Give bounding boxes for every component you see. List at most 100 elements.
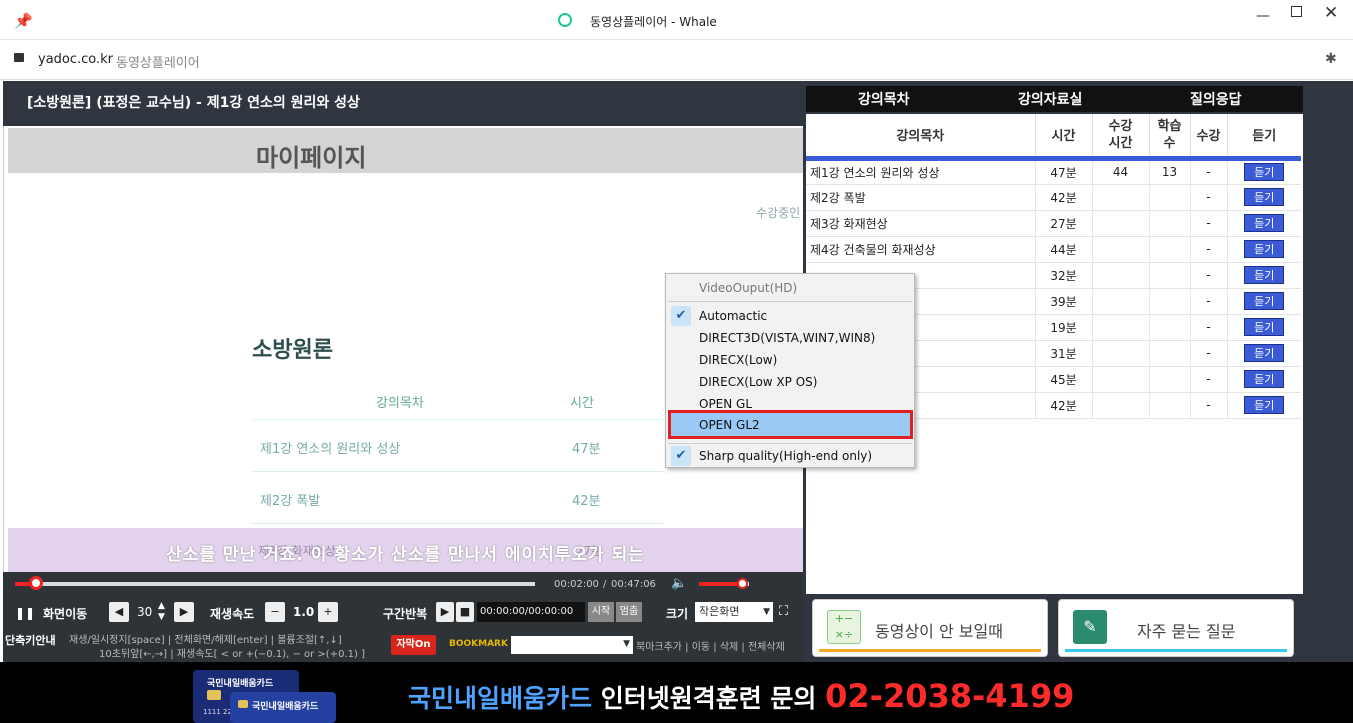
repeat-start-button[interactable]: 시작 <box>588 602 614 622</box>
size-select[interactable]: 작은화면 ▼ <box>695 602 773 622</box>
listen-button[interactable]: 듣기 <box>1244 370 1285 388</box>
lecture-watched <box>1092 184 1150 211</box>
inner-table: 강의목차 시간 제1강 연소의 원리와 성상 47분 제2강 폭발 42분 <box>252 380 664 530</box>
lecture-watched <box>1092 288 1150 315</box>
listen-cell: 듣기 <box>1227 340 1301 367</box>
lecture-status: - <box>1190 366 1228 393</box>
maximize-button[interactable] <box>1291 6 1302 17</box>
repeat-stop-label-button[interactable]: 멈춤 <box>616 602 642 622</box>
listen-button[interactable]: 듣기 <box>1244 163 1285 181</box>
listen-button[interactable]: 듣기 <box>1244 188 1285 206</box>
lecture-name: 제2강 폭발 <box>806 184 1036 211</box>
move-label: 화면이동 <box>43 607 88 621</box>
col-count-header: 학습 수 <box>1149 114 1191 161</box>
check-icon: ✔ <box>671 306 691 326</box>
listen-button[interactable]: 듣기 <box>1244 214 1285 232</box>
card-label-front: 국민내일배움카드 <box>252 702 319 712</box>
speed-minus-button[interactable]: − <box>265 602 285 622</box>
speed-value: 1.0 <box>293 605 315 619</box>
lecture-watched <box>1092 392 1150 419</box>
lecture-watched <box>1092 262 1150 289</box>
move-stepper[interactable]: ▲ ▼ <box>158 601 165 623</box>
check-icon: ✔ <box>671 446 691 466</box>
lecture-count <box>1149 340 1191 367</box>
move-forward-button[interactable]: ▶ <box>174 602 194 622</box>
col-status-header: 수강 <box>1190 114 1228 161</box>
pause-icon[interactable]: ❚❚ <box>15 606 35 620</box>
listen-button[interactable]: 듣기 <box>1244 292 1285 310</box>
volume-track[interactable] <box>699 578 749 589</box>
speed-plus-button[interactable]: + <box>318 602 338 622</box>
bookmark-select[interactable]: ▼ <box>511 636 633 654</box>
bookmark-label: BOOKMARK <box>449 639 508 649</box>
lecture-status: - <box>1190 392 1228 419</box>
repeat-label: 구간반복 <box>383 607 428 621</box>
bookmark-links[interactable]: 북마크추가 | 이동 | 삭제 | 전체삭제 <box>636 638 785 653</box>
lecture-status: - <box>1190 158 1228 185</box>
col-watched-header: 수강 시간 <box>1092 114 1150 161</box>
player-controls: 00:02:00 / 00:47:06 🔈 ❚❚ 화면이동 ◀ 30 ▲ ▼ ▶ … <box>3 572 803 662</box>
faq-button[interactable]: ✎ 자주 묻는 질문 <box>1058 599 1294 657</box>
lecture-name: 제4강 건축물의 화재성상 <box>806 236 1036 263</box>
menu-item-direct3d[interactable]: DIRECT3D(VISTA,WIN7,WIN8) <box>699 331 875 345</box>
table-row[interactable]: 제4강 건축물의 화재성상 44분 - 듣기 <box>806 236 1301 263</box>
repeat-time-field[interactable]: 00:00:00/00:00:00 <box>477 602 585 622</box>
tab-qna[interactable]: 질의응답 <box>1190 89 1242 109</box>
table-row[interactable]: 제2강 폭발 42분 - 듣기 <box>806 184 1301 211</box>
lecture-count <box>1149 236 1191 263</box>
col-name-header: 강의목차 <box>806 114 1036 161</box>
url-page[interactable]: 동영상플레이어 <box>116 52 200 71</box>
lecture-time: 45분 <box>1035 366 1093 393</box>
listen-button[interactable]: 듣기 <box>1244 396 1285 414</box>
close-button[interactable]: ✕ <box>1324 3 1338 23</box>
col-listen-header: 듣기 <box>1227 114 1301 161</box>
volume-handle[interactable] <box>736 578 748 589</box>
tab-materials[interactable]: 강의자료실 <box>1018 89 1082 109</box>
table-row[interactable]: 제3강 화재현상 27분 - 듣기 <box>806 210 1301 237</box>
listen-cell: 듣기 <box>1227 158 1301 185</box>
lecture-time: 44분 <box>1035 236 1093 263</box>
chevron-down-icon: ▼ <box>763 607 770 617</box>
banner-phone: 02-2038-4199 <box>825 677 1075 715</box>
video-issue-button[interactable]: +− ×÷ 동영상이 안 보일때 <box>812 599 1048 657</box>
lecture-time: 31분 <box>1035 340 1093 367</box>
repeat-play-button[interactable]: ▶ <box>436 602 454 622</box>
lecture-count <box>1149 366 1191 393</box>
menu-item-automatic[interactable]: Automactic <box>699 309 767 323</box>
lecture-time: 47분 <box>1035 158 1093 185</box>
table-row[interactable]: 제1강 연소의 원리와 성상 47분 44 13- 듣기 <box>806 158 1301 185</box>
listen-button[interactable]: 듣기 <box>1244 240 1285 258</box>
promo-banner[interactable]: 국민내일배움카드 1111 22 국민내일배움카드 국민내일배움카드 인터넷원격… <box>0 662 1353 723</box>
menu-item-opengl2-highlight[interactable]: OPEN GL2 <box>668 410 913 439</box>
menu-item-opengl[interactable]: OPEN GL <box>699 397 752 411</box>
menu-item-directx-low[interactable]: DIRECX(Low) <box>699 353 777 367</box>
minimize-button[interactable]: — <box>1256 8 1270 24</box>
lecture-count <box>1149 210 1191 237</box>
listen-button[interactable]: 듣기 <box>1244 318 1285 336</box>
lecture-status: - <box>1190 210 1228 237</box>
progress-handle[interactable] <box>28 576 43 590</box>
listen-button[interactable]: 듣기 <box>1244 266 1285 284</box>
listen-button[interactable]: 듣기 <box>1244 344 1285 362</box>
menu-item-sharp-quality[interactable]: Sharp quality(High-end only) <box>699 449 872 463</box>
listen-cell: 듣기 <box>1227 314 1301 341</box>
size-label: 크기 <box>666 607 689 621</box>
caption-on-button[interactable]: 자막On <box>391 635 436 655</box>
fullscreen-icon[interactable]: ⛶ <box>779 604 788 619</box>
time-total: 00:47:06 <box>611 579 656 590</box>
course-title: 소방원론 <box>252 338 333 363</box>
volume-icon[interactable]: 🔈 <box>671 576 687 591</box>
inner-head-time: 시간 <box>570 396 594 411</box>
size-select-value: 작은화면 <box>699 605 740 618</box>
lecture-watched <box>1092 236 1150 263</box>
inner-row: 제1강 연소의 원리와 성상 47분 <box>252 420 664 472</box>
move-back-button[interactable]: ◀ <box>109 602 129 622</box>
tab-lecture-index[interactable]: 강의목차 <box>858 89 910 109</box>
extension-icon[interactable]: ✱ <box>1325 51 1337 67</box>
repeat-stop-button[interactable]: ■ <box>456 602 474 622</box>
pin-icon[interactable]: 📌 <box>14 12 33 30</box>
menu-item-directx-xp[interactable]: DIRECX(Low XP OS) <box>699 375 817 389</box>
inner-row-name: 제1강 연소의 원리와 성상 <box>260 442 401 457</box>
progress-track[interactable] <box>15 576 535 590</box>
url-domain[interactable]: yadoc.co.kr <box>38 52 113 67</box>
